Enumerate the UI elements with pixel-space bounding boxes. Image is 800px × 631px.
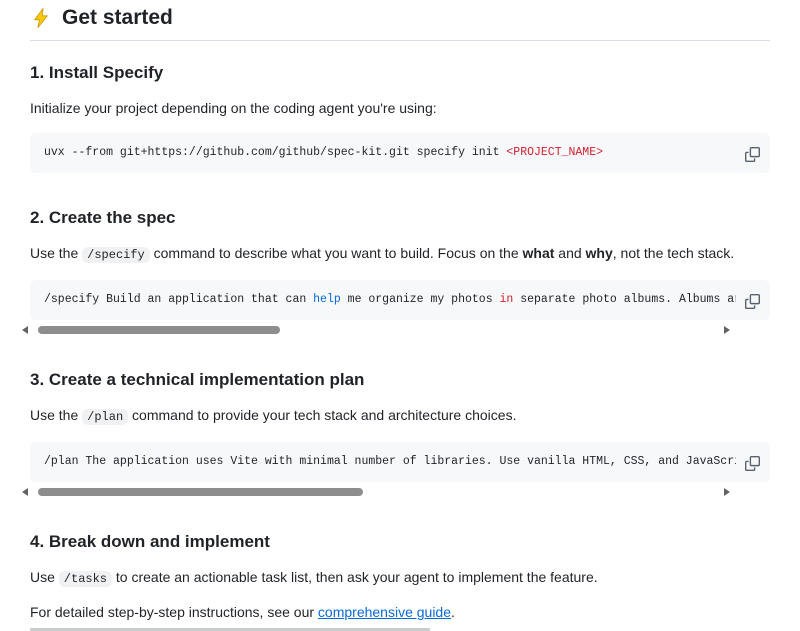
code-block: /plan The application uses Vite with min… — [30, 442, 770, 482]
title-divider — [30, 40, 770, 41]
page-title-text: Get started — [62, 6, 173, 30]
text-run: command to provide your tech stack and a… — [128, 407, 516, 423]
scroll-left-arrow[interactable] — [22, 488, 28, 496]
comprehensive-guide-link[interactable]: comprehensive guide — [318, 604, 451, 620]
zap-icon — [30, 7, 52, 29]
section-heading: 3. Create a technical implementation pla… — [30, 370, 770, 390]
section-create-the-spec: 2. Create the spec Use the /specify comma… — [30, 208, 770, 335]
copy-button[interactable] — [736, 144, 760, 164]
code-token-blue: help — [313, 293, 341, 306]
text-run: Initialize your project depending on the… — [30, 100, 437, 116]
section-heading: 1. Install Specify — [30, 63, 770, 83]
copy-button[interactable] — [736, 291, 760, 311]
text-run: and — [554, 245, 585, 261]
section-paragraph: Use the /plan command to provide your te… — [30, 407, 770, 425]
text-run: . — [451, 604, 455, 620]
scrollbar-thumb[interactable] — [38, 488, 363, 496]
copy-icon — [745, 456, 760, 471]
text-run: command to describe what you want to bui… — [150, 245, 523, 261]
code-block: uvx --from git+https://github.com/github… — [30, 133, 770, 173]
scroll-right-arrow[interactable] — [724, 488, 730, 496]
section-paragraph: Use the /specify command to describe wha… — [30, 245, 770, 263]
code-text: /specify Build an application that can h… — [44, 293, 756, 307]
code-block: /specify Build an application that can h… — [30, 280, 770, 320]
section-create-plan: 3. Create a technical implementation pla… — [30, 370, 770, 497]
section-heading: 2. Create the spec — [30, 208, 770, 228]
text-run: , not the tech stack. — [613, 245, 734, 261]
scroll-right-arrow[interactable] — [724, 326, 730, 334]
code-token: uvx --from git+https://github.com/github… — [44, 146, 506, 159]
scroll-left-arrow[interactable] — [22, 326, 28, 334]
code-token-red: in — [500, 293, 514, 306]
horizontal-scrollbar[interactable] — [22, 487, 730, 497]
horizontal-scrollbar[interactable] — [22, 325, 730, 335]
copy-icon — [745, 147, 760, 162]
section-paragraph: Use /tasks to create an actionable task … — [30, 569, 770, 587]
text-run: Use — [30, 569, 59, 585]
code-token: me organize my photos — [341, 293, 500, 306]
copy-button[interactable] — [736, 453, 760, 473]
section-paragraph: For detailed step-by-step instructions, … — [30, 604, 770, 620]
code-token: /plan The application uses Vite with min… — [44, 455, 741, 468]
inline-code: /specify — [82, 247, 150, 263]
bold-text: what — [523, 245, 555, 261]
inline-code: /tasks — [59, 571, 112, 587]
text-run: Use the — [30, 245, 82, 261]
code-text: uvx --from git+https://github.com/github… — [44, 146, 756, 160]
text-run: For detailed step-by-step instructions, … — [30, 604, 318, 620]
section-break-down-and-implement: 4. Break down and implement Use /tasks to… — [30, 532, 770, 620]
section-paragraph: Initialize your project depending on the… — [30, 100, 770, 116]
code-token-red: <PROJECT_NAME> — [506, 146, 603, 159]
bold-text: why — [586, 245, 613, 261]
text-run: to create an actionable task list, then … — [112, 569, 598, 585]
scrollbar-thumb[interactable] — [38, 326, 280, 334]
section-heading: 4. Break down and implement — [30, 532, 770, 552]
section-install-specify: 1. Install Specify Initialize your projec… — [30, 63, 770, 173]
text-run: Use the — [30, 407, 82, 423]
copy-icon — [745, 294, 760, 309]
page-header: Get started — [30, 0, 770, 41]
code-token: /specify Build an application that can — [44, 293, 313, 306]
readme-content: Get started 1. Install Specify Initialize… — [30, 0, 770, 631]
code-token: separate photo albums. Albums ar — [513, 293, 741, 306]
page-title: Get started — [30, 0, 770, 40]
code-text: /plan The application uses Vite with min… — [44, 455, 756, 469]
inline-code: /plan — [82, 409, 128, 425]
